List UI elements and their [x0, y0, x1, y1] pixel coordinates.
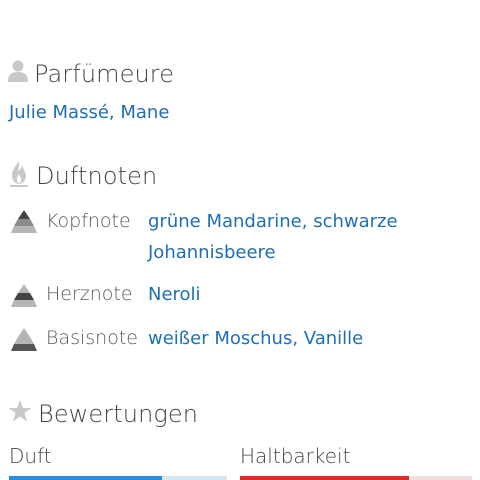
note-label-top: Kopfnote	[46, 210, 131, 232]
pyramid-icon	[11, 327, 37, 351]
rating-label-longevity: Haltbarkeit	[240, 444, 351, 468]
rating-bar-longevity	[240, 476, 472, 480]
note-value-top[interactable]: grüne Mandarine, schwarze Johannisbeere	[148, 206, 448, 268]
ratings-heading: Bewertungen	[8, 399, 198, 429]
ratings-heading-text: Bewertungen	[38, 400, 199, 428]
fragrance-details: Parfümeure Julie Massé, Mane Duftnoten K…	[0, 0, 480, 480]
note-value-heart[interactable]: Neroli	[148, 279, 448, 310]
person-icon	[8, 59, 28, 89]
perfumers-heading: Parfümeure	[8, 59, 174, 89]
note-label-heart: Herznote	[46, 283, 133, 305]
rating-label-scent: Duft	[9, 444, 52, 468]
star-icon	[8, 399, 32, 429]
note-row-base	[11, 326, 37, 351]
perfumer-names-link[interactable]: Julie Massé, Mane	[9, 102, 169, 123]
rating-bar-scent	[9, 476, 227, 480]
rating-bar-scent-fill	[9, 476, 162, 480]
pyramid-icon	[11, 209, 37, 233]
rating-bar-longevity-fill	[240, 476, 410, 480]
pyramid-icon	[11, 283, 37, 307]
notes-heading-text: Duftnoten	[36, 162, 158, 190]
perfumers-heading-text: Parfümeure	[34, 60, 175, 88]
note-row-heart	[11, 282, 37, 307]
notes-heading: Duftnoten	[8, 159, 157, 193]
note-row-top	[11, 208, 37, 233]
flame-icon	[8, 159, 30, 193]
note-value-base[interactable]: weißer Moschus, Vanille	[148, 323, 448, 354]
note-label-base: Basisnote	[46, 327, 138, 349]
